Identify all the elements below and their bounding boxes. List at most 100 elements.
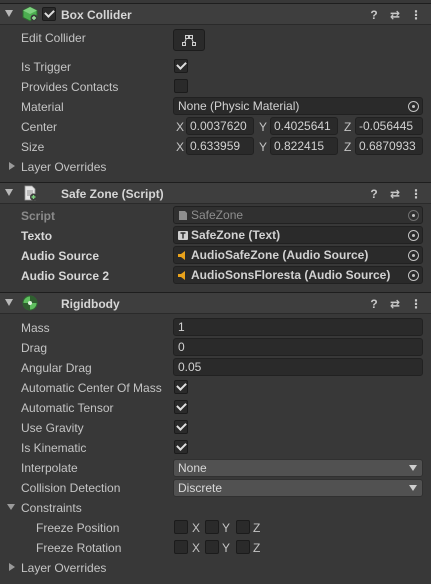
script-field: SafeZone: [173, 206, 423, 224]
object-picker-icon[interactable]: [408, 230, 419, 241]
constraints-foldout-icon[interactable]: [7, 504, 15, 510]
drag-field[interactable]: 0: [173, 338, 423, 356]
provides-contacts-checkbox[interactable]: [174, 79, 188, 93]
audio-source2-label: Audio Source 2: [21, 269, 110, 283]
interpolate-label: Interpolate: [21, 461, 78, 475]
material-value: None (Physic Material): [178, 99, 300, 113]
rigidbody-header[interactable]: Rigidbody ? ⇄ ⋮: [0, 292, 431, 314]
angular-drag-field[interactable]: 0.05: [173, 358, 423, 376]
help-icon[interactable]: ?: [367, 186, 381, 201]
auto-tensor-checkbox[interactable]: [174, 400, 188, 414]
presets-icon[interactable]: ⇄: [388, 186, 402, 201]
edit-collider-label: Edit Collider: [21, 31, 86, 45]
use-gravity-checkbox[interactable]: [174, 420, 188, 434]
presets-icon[interactable]: ⇄: [388, 296, 402, 311]
collapse-arrow-icon[interactable]: [5, 10, 13, 17]
component-title: Rigidbody: [61, 297, 120, 311]
script-file-icon: [179, 211, 187, 220]
size-y-field[interactable]: 0.822415: [270, 137, 338, 155]
center-x-field[interactable]: 0.0037620: [186, 117, 254, 135]
edit-collider-icon: [182, 35, 196, 46]
collapse-arrow-icon[interactable]: [5, 189, 13, 196]
layer-overrides-label[interactable]: Layer Overrides: [21, 561, 106, 575]
collapse-arrow-icon[interactable]: [5, 299, 13, 306]
size-y-label: Y: [259, 140, 268, 154]
freeze-rotation-x-checkbox[interactable]: [174, 540, 188, 554]
component-title: Box Collider: [61, 8, 132, 22]
object-picker-icon[interactable]: [408, 250, 419, 261]
box-collider-header[interactable]: Box Collider ? ⇄ ⋮: [0, 3, 431, 25]
layer-overrides-label[interactable]: Layer Overrides: [21, 160, 106, 174]
is-trigger-checkbox[interactable]: [174, 59, 188, 73]
interpolate-dropdown[interactable]: None: [173, 459, 423, 477]
size-z-field[interactable]: 0.6870933: [355, 137, 423, 155]
is-kinematic-checkbox[interactable]: [174, 440, 188, 454]
presets-icon[interactable]: ⇄: [388, 7, 402, 22]
center-y-field[interactable]: 0.4025641: [270, 117, 338, 135]
edit-collider-button[interactable]: [173, 29, 205, 51]
constraints-label[interactable]: Constraints: [21, 501, 82, 515]
object-picker-icon[interactable]: [408, 101, 419, 112]
layer-overrides-foldout-icon[interactable]: [9, 162, 15, 170]
freeze-position-z-checkbox[interactable]: [236, 520, 250, 534]
audio-source-label: Audio Source: [21, 249, 100, 263]
size-x-label: X: [176, 140, 185, 154]
size-x-field[interactable]: 0.633959: [186, 137, 254, 155]
size-label: Size: [21, 140, 45, 154]
layer-overrides-foldout-icon[interactable]: [9, 563, 15, 571]
mass-label: Mass: [21, 321, 50, 335]
audio-source-icon: [178, 251, 185, 260]
freeze-rotation-label: Freeze Rotation: [36, 541, 122, 555]
center-x-label: X: [176, 120, 185, 134]
freeze-rotation-y-checkbox[interactable]: [205, 540, 219, 554]
auto-center-of-mass-label: Automatic Center Of Mass: [21, 381, 162, 395]
size-z-label: Z: [344, 140, 352, 154]
audio-source-value: AudioSafeZone (Audio Source): [191, 248, 369, 262]
freeze-position-z-label: Z: [253, 521, 261, 535]
collision-detection-label: Collision Detection: [21, 481, 121, 495]
object-picker-icon: [408, 210, 419, 221]
chevron-down-icon: [409, 485, 417, 491]
freeze-position-y-checkbox[interactable]: [205, 520, 219, 534]
freeze-rotation-z-checkbox[interactable]: [236, 540, 250, 554]
texto-label: Texto: [21, 229, 53, 243]
audio-source2-value: AudioSonsFloresta (Audio Source): [191, 268, 391, 282]
safe-zone-header[interactable]: Safe Zone (Script) ? ⇄ ⋮: [0, 182, 431, 204]
texto-value: SafeZone (Text): [191, 228, 281, 242]
freeze-position-label: Freeze Position: [36, 521, 120, 535]
script-icon: [24, 185, 37, 201]
material-field[interactable]: None (Physic Material): [173, 97, 423, 115]
interpolate-value: None: [178, 461, 207, 475]
more-options-icon[interactable]: ⋮: [409, 296, 423, 311]
more-options-icon[interactable]: ⋮: [409, 186, 423, 201]
center-z-field[interactable]: -0.056445: [355, 117, 423, 135]
more-options-icon[interactable]: ⋮: [409, 7, 423, 22]
chevron-down-icon: [409, 465, 417, 471]
collision-detection-dropdown[interactable]: Discrete: [173, 479, 423, 497]
freeze-position-x-label: X: [192, 521, 201, 535]
freeze-rotation-z-label: Z: [253, 541, 261, 555]
collision-detection-value: Discrete: [178, 481, 223, 495]
object-picker-icon[interactable]: [408, 270, 419, 281]
freeze-position-x-checkbox[interactable]: [174, 520, 188, 534]
text-component-icon: [178, 231, 188, 240]
component-title: Safe Zone (Script): [61, 187, 164, 201]
audio-source-icon: [178, 271, 185, 280]
auto-center-of-mass-checkbox[interactable]: [174, 380, 188, 394]
mass-field[interactable]: 1: [173, 318, 423, 336]
angular-drag-label: Angular Drag: [21, 361, 92, 375]
box-collider-enabled-checkbox[interactable]: [42, 7, 56, 21]
rigidbody-icon: [22, 295, 38, 311]
help-icon[interactable]: ?: [367, 7, 381, 22]
drag-label: Drag: [21, 341, 48, 355]
center-y-label: Y: [259, 120, 268, 134]
audio-source-field[interactable]: AudioSafeZone (Audio Source): [173, 246, 423, 264]
material-label: Material: [21, 100, 64, 114]
use-gravity-label: Use Gravity: [21, 421, 84, 435]
freeze-rotation-x-label: X: [192, 541, 201, 555]
help-icon[interactable]: ?: [367, 296, 381, 311]
provides-contacts-label: Provides Contacts: [21, 80, 119, 94]
texto-field[interactable]: SafeZone (Text): [173, 226, 423, 244]
audio-source2-field[interactable]: AudioSonsFloresta (Audio Source): [173, 266, 423, 284]
script-value: SafeZone: [191, 208, 244, 222]
